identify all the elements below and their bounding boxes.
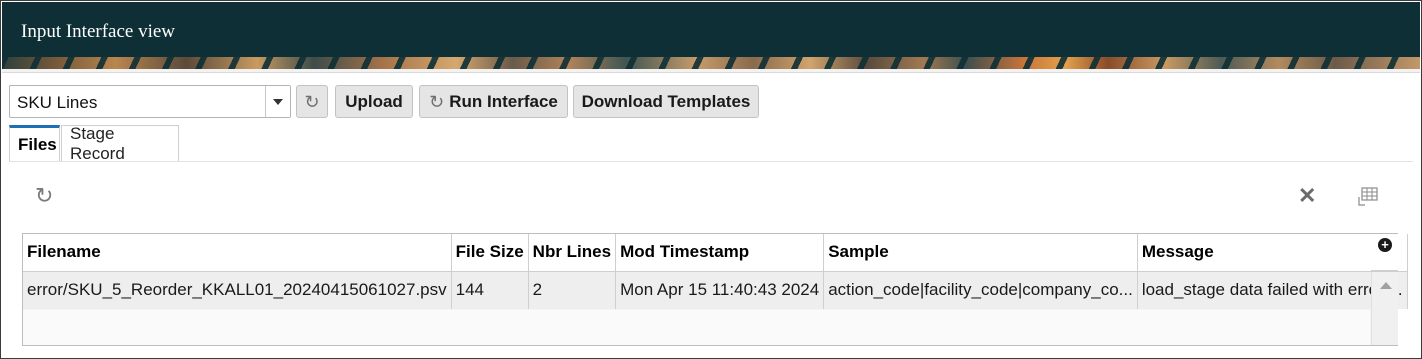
tab-files[interactable]: Files [9, 125, 60, 162]
interface-select-value: SKU Lines [17, 93, 98, 112]
table-header-row: Filename File Size Nbr Lines Mod Timesta… [23, 234, 1408, 272]
table-settings-icon[interactable] [1357, 187, 1379, 207]
app-window: Input Interface view SKU Lines ↻ Upload … [0, 0, 1422, 359]
reload-interface-button[interactable]: ↻ [296, 85, 328, 118]
refresh-icon[interactable]: ↻ [35, 185, 53, 207]
run-interface-button[interactable]: ↻ Run Interface [419, 85, 568, 118]
cell-filename: error/SKU_5_Reorder_KKALL01_202404150610… [23, 271, 452, 309]
download-templates-button[interactable]: Download Templates [573, 85, 759, 118]
column-header-filename[interactable]: Filename [23, 234, 452, 272]
empty-table-area [23, 310, 1370, 345]
column-header-mod-timestamp[interactable]: Mod Timestamp [615, 234, 825, 272]
cell-mod-timestamp: Mon Apr 15 11:40:43 2024 [615, 271, 825, 309]
add-column-icon: + [1378, 238, 1392, 252]
banner-divider [2, 69, 1420, 73]
table-row[interactable]: error/SKU_5_Reorder_KKALL01_202404150610… [23, 271, 1408, 309]
cell-message: load_stage data failed with error ... [1137, 271, 1408, 309]
files-table: Filename File Size Nbr Lines Mod Timesta… [22, 233, 1408, 346]
add-column-button[interactable]: + [1371, 234, 1398, 271]
column-header-sample[interactable]: Sample [823, 234, 1138, 272]
run-interface-button-label: Run Interface [449, 91, 558, 111]
download-templates-button-label: Download Templates [581, 91, 751, 111]
vertical-scrollbar[interactable] [1371, 272, 1398, 345]
cell-sample: action_code|facility_code|company_co... [823, 271, 1138, 309]
refresh-icon: ↻ [429, 91, 445, 112]
refresh-icon: ↻ [304, 91, 320, 112]
column-header-message[interactable]: Message [1137, 234, 1408, 272]
column-header-nbr-lines[interactable]: Nbr Lines [528, 234, 617, 272]
header-banner-image [2, 57, 1420, 69]
files-grid: Filename File Size Nbr Lines Mod Timesta… [23, 234, 1408, 309]
scroll-up-icon[interactable] [1380, 282, 1392, 289]
tab-stage-record[interactable]: Stage Record [61, 124, 179, 163]
cell-nbr-lines: 2 [528, 271, 617, 309]
cell-file-size: 144 [451, 271, 529, 309]
interface-select[interactable]: SKU Lines [9, 85, 291, 118]
upload-button-label: Upload [345, 91, 403, 111]
page-header: Input Interface view [2, 2, 1420, 57]
tab-stage-record-label: Stage Record [70, 124, 125, 163]
tab-files-label: Files [18, 135, 57, 154]
tab-divider [9, 161, 1413, 162]
close-icon[interactable]: ✕ [1298, 185, 1316, 207]
chevron-down-icon[interactable] [265, 86, 290, 117]
page-title: Input Interface view [21, 21, 176, 42]
column-header-file-size[interactable]: File Size [451, 234, 529, 272]
upload-button[interactable]: Upload [335, 85, 413, 118]
